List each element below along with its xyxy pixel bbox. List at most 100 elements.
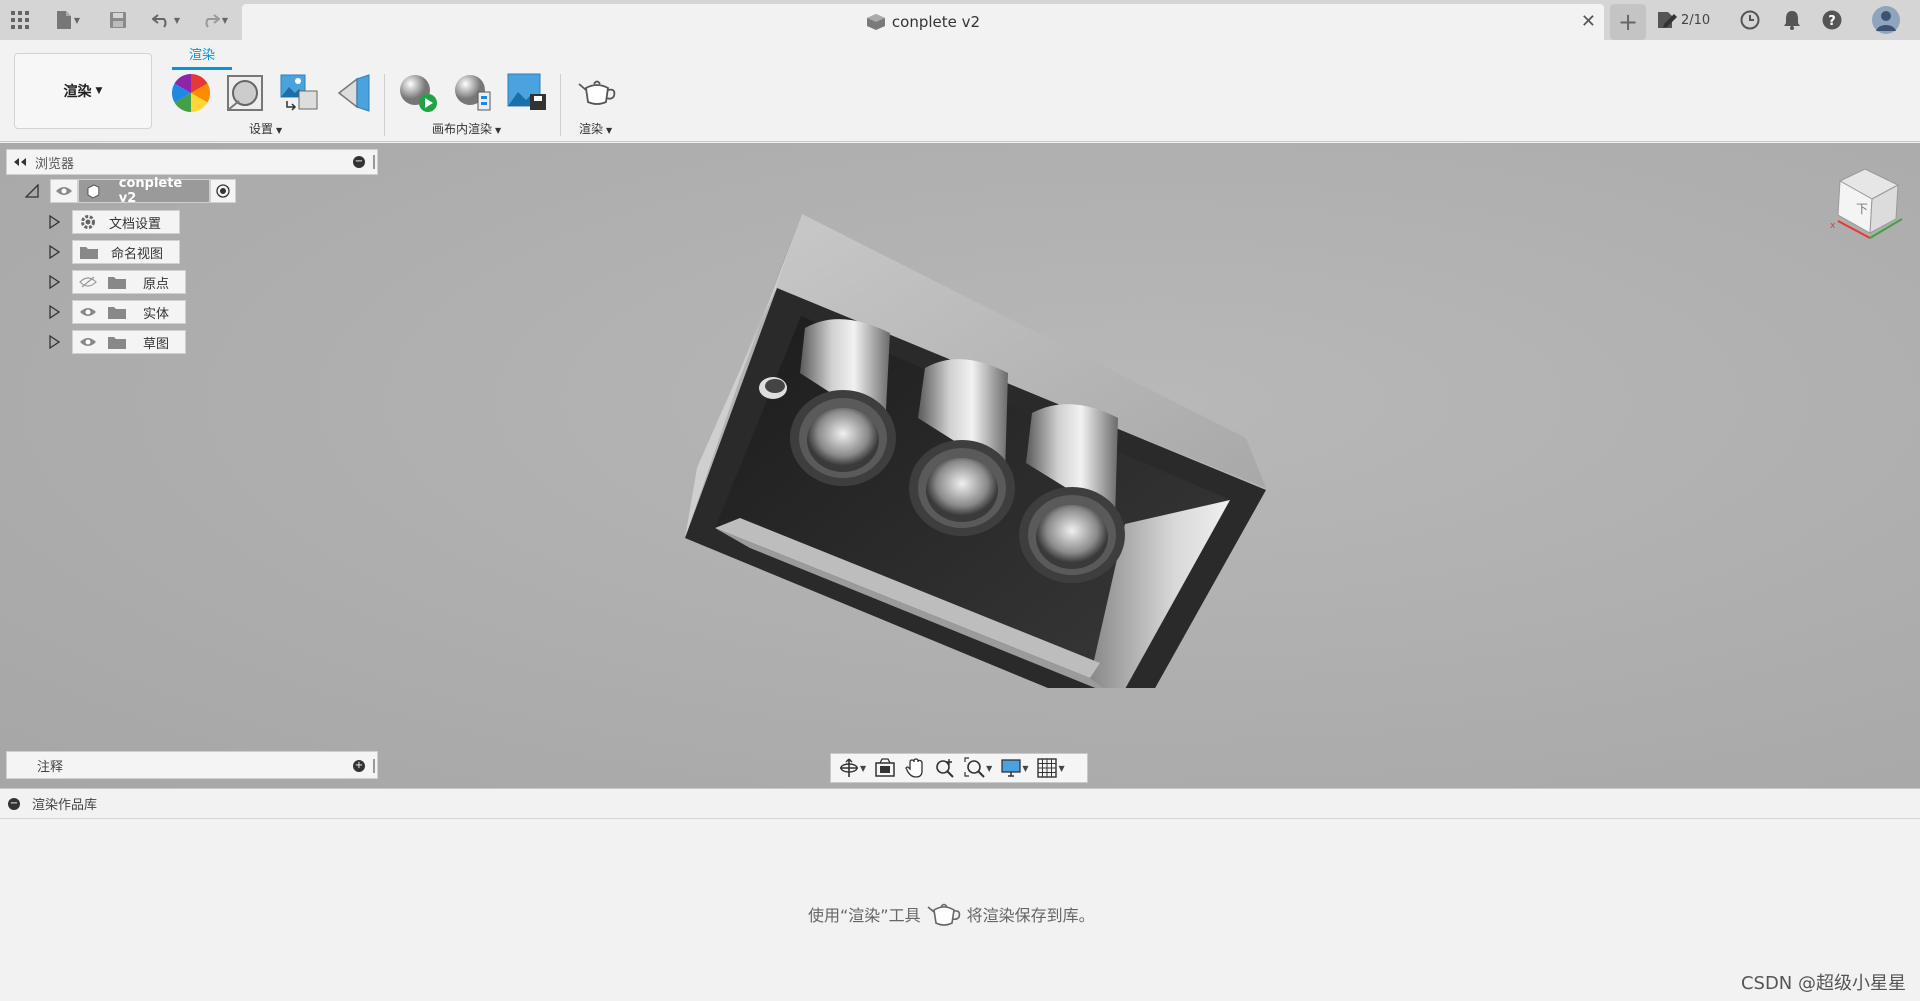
folder-icon <box>108 337 126 349</box>
panel-grip[interactable] <box>373 759 375 773</box>
save-button[interactable] <box>106 0 130 40</box>
teapot-icon <box>578 80 616 105</box>
help-icon: ? <box>1822 10 1842 30</box>
chevron-down-icon: ▼ <box>73 15 81 25</box>
panel-grip[interactable] <box>373 155 375 169</box>
pan-button[interactable] <box>901 755 929 781</box>
chevron-down-icon: ▼ <box>860 763 867 773</box>
job-status-button[interactable]: 2/10 <box>1656 0 1710 40</box>
group-divider <box>560 74 561 136</box>
tree-node[interactable]: 命名视图 <box>72 240 180 264</box>
look-at-button[interactable] <box>871 755 899 781</box>
tree-node[interactable]: 原点 <box>72 270 186 294</box>
folder-icon <box>108 307 126 319</box>
appearance-button[interactable] <box>168 70 214 116</box>
browser-panel-header[interactable]: 浏览器 − <box>6 149 378 175</box>
eye-icon[interactable] <box>79 336 97 348</box>
expand-arrow-icon[interactable] <box>44 242 64 262</box>
tree-node[interactable]: 文档设置 <box>72 210 180 234</box>
tab-render[interactable]: 渲染 <box>172 44 232 63</box>
tree-item-bodies[interactable]: 实体 <box>44 300 186 324</box>
notifications-button[interactable] <box>1778 0 1806 40</box>
model-render[interactable] <box>680 208 1280 724</box>
tree-node[interactable]: 草图 <box>72 330 186 354</box>
history-button[interactable] <box>1736 0 1764 40</box>
gear-icon <box>81 215 95 229</box>
file-menu-button[interactable]: ▼ <box>48 0 88 40</box>
hand-icon <box>905 758 923 778</box>
activate-component-button[interactable] <box>210 179 236 203</box>
new-tab-button[interactable]: + <box>1610 4 1646 40</box>
capture-image-icon <box>507 73 546 110</box>
texture-map-button[interactable] <box>330 70 376 116</box>
render-button[interactable] <box>574 70 620 116</box>
expand-arrow-icon[interactable] <box>44 302 64 322</box>
tree-node[interactable]: 实体 <box>72 300 186 324</box>
document-tab[interactable]: conplete v2 ✕ <box>242 4 1604 40</box>
user-avatar[interactable] <box>1870 0 1902 40</box>
render-group-label[interactable]: 渲染 ▼ <box>579 120 612 137</box>
tree-item-document-settings[interactable]: 文档设置 <box>44 210 180 234</box>
group-divider <box>384 74 385 136</box>
view-cube-face-label: 下 <box>1856 202 1868 216</box>
file-icon <box>56 11 71 29</box>
gallery-message-prefix: 使用“渲染”工具 <box>808 906 921 925</box>
capture-image-button[interactable] <box>504 70 550 116</box>
bell-icon <box>1784 11 1800 30</box>
expand-arrow-icon[interactable] <box>44 332 64 352</box>
save-icon <box>110 12 126 28</box>
orbit-button[interactable]: ▼ <box>835 755 869 781</box>
workspace-switcher[interactable]: 渲染 ▼ <box>14 53 152 129</box>
in-canvas-render-settings-button[interactable] <box>450 70 496 116</box>
display-settings-button[interactable]: ▼ <box>997 755 1031 781</box>
expand-arrow-icon[interactable] <box>44 272 64 292</box>
scene-image-icon <box>280 74 318 111</box>
component-icon <box>866 14 885 30</box>
help-button[interactable]: ? <box>1818 0 1846 40</box>
fit-button[interactable]: ▼ <box>961 755 995 781</box>
close-tab-button[interactable]: ✕ <box>1581 12 1596 32</box>
zoom-button[interactable] <box>931 755 959 781</box>
job-status-count: 2/10 <box>1681 12 1711 28</box>
comments-title: 注释 <box>37 759 64 775</box>
redo-button[interactable]: ▼ <box>194 0 234 40</box>
tree-item-origin[interactable]: 原点 <box>44 270 186 294</box>
collapse-panel-icon[interactable] <box>13 157 27 167</box>
grid-settings-button[interactable]: ▼ <box>1033 755 1067 781</box>
collapse-arrow-icon[interactable] <box>22 181 42 201</box>
tree-item-label: 草图 <box>143 336 170 352</box>
3d-viewport[interactable]: 浏览器 − conplete v2 文档设置 命名视图 原点 实体 草图 下 x… <box>0 143 1920 788</box>
scene-settings-button[interactable] <box>276 70 322 116</box>
visibility-toggle[interactable] <box>50 179 78 203</box>
tree-item-named-views[interactable]: 命名视图 <box>44 240 180 264</box>
add-comment-icon[interactable]: + <box>353 760 365 772</box>
in-canvas-render-button[interactable] <box>395 70 441 116</box>
minimize-panel-icon[interactable]: − <box>353 156 365 168</box>
render-gallery-header[interactable]: − 渲染作品库 <box>0 788 1920 819</box>
watermark: CSDN @超级小星星 <box>1740 973 1906 994</box>
eye-icon[interactable] <box>79 306 97 318</box>
canvas-render-group-label[interactable]: 画布内渲染 ▼ <box>432 120 501 137</box>
comments-panel-header[interactable]: 注释 + <box>6 751 378 779</box>
setup-group-label[interactable]: 设置 ▼ <box>249 120 282 137</box>
app-grid-icon[interactable] <box>8 0 32 40</box>
eye-hidden-icon[interactable] <box>79 276 97 288</box>
collapse-gallery-icon[interactable]: − <box>8 797 20 810</box>
expand-arrow-icon[interactable] <box>44 212 64 232</box>
tree-item-label: 文档设置 <box>109 216 162 232</box>
gallery-empty-message: 使用“渲染”工具 将渲染保存到库。 <box>808 899 1095 929</box>
folder-icon <box>80 247 98 259</box>
browser-title: 浏览器 <box>35 156 75 172</box>
physical-material-button[interactable] <box>222 70 268 116</box>
workspace-label: 渲染 <box>63 84 92 100</box>
view-cube[interactable]: 下 x <box>1810 163 1910 248</box>
tree-item-label: 命名视图 <box>111 246 164 262</box>
browser-root-node[interactable]: conplete v2 <box>78 176 210 206</box>
redo-icon <box>205 14 220 28</box>
root-label: conplete v2 <box>118 176 183 206</box>
chevron-down-icon: ▼ <box>95 86 103 96</box>
chevron-down-icon: ▼ <box>606 126 613 135</box>
tree-item-sketches[interactable]: 草图 <box>44 330 186 354</box>
render-settings-icon <box>455 75 491 111</box>
undo-button[interactable]: ▼ <box>146 0 186 40</box>
